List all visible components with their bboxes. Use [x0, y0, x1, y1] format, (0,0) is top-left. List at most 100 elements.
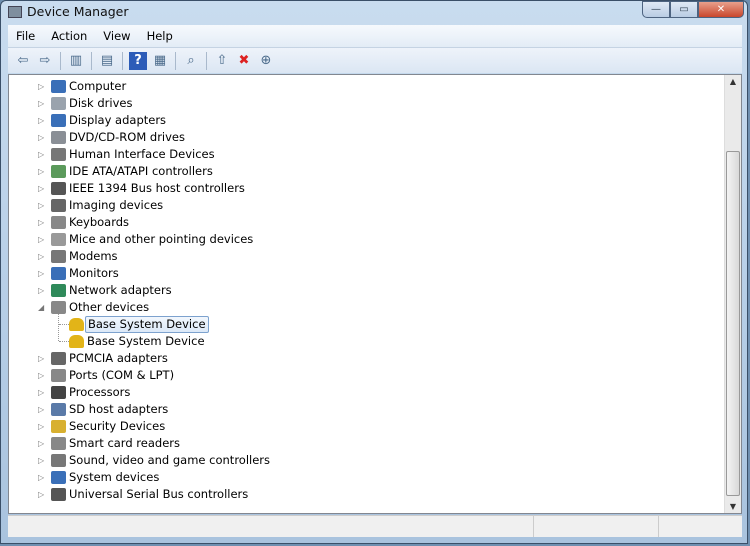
menu-view[interactable]: View — [103, 25, 130, 47]
tree-child-node[interactable]: Base System Device — [9, 316, 709, 333]
device-manager-window: Device Manager — ▭ ✕ File Action View He… — [0, 0, 748, 544]
tree-node-label: IEEE 1394 Bus host controllers — [69, 181, 245, 195]
tree-node[interactable]: ▷ Sound, video and game controllers — [9, 452, 709, 469]
tree-node[interactable]: ▷ Universal Serial Bus controllers — [9, 486, 709, 503]
expand-arrow-icon[interactable]: ▷ — [38, 473, 46, 482]
expand-arrow-icon[interactable]: ▷ — [38, 99, 46, 108]
update-driver-icon[interactable]: ⇧ — [213, 52, 231, 70]
expand-arrow-icon[interactable]: ▷ — [38, 116, 46, 125]
tree-node-label: Smart card readers — [69, 436, 180, 450]
tree-node[interactable]: ▷ Mice and other pointing devices — [9, 231, 709, 248]
tree-node[interactable]: ▷ Processors — [9, 384, 709, 401]
device-category-icon — [51, 420, 66, 433]
scroll-down-arrow-icon[interactable]: ▼ — [725, 502, 741, 511]
device-category-icon — [51, 165, 66, 178]
help-icon[interactable]: ? — [129, 51, 147, 70]
tree-node[interactable]: ▷ Ports (COM & LPT) — [9, 367, 709, 384]
menu-action[interactable]: Action — [51, 25, 87, 47]
expand-arrow-icon[interactable]: ▷ — [38, 286, 46, 295]
tree-node[interactable]: ▷ Monitors — [9, 265, 709, 282]
tree-node[interactable]: ▷ PCMCIA adapters — [9, 350, 709, 367]
tree-node[interactable]: ▷ Display adapters — [9, 112, 709, 129]
device-category-icon — [51, 454, 66, 467]
tree-connector — [59, 324, 69, 325]
tree-node-label: Universal Serial Bus controllers — [69, 487, 249, 501]
expand-arrow-icon[interactable]: ▷ — [38, 388, 46, 397]
scroll-up-arrow-icon[interactable]: ▲ — [725, 77, 741, 86]
forward-icon[interactable]: ⇨ — [36, 52, 54, 70]
tree-node[interactable]: ▷ SD host adapters — [9, 401, 709, 418]
expand-arrow-icon[interactable]: ▷ — [38, 235, 46, 244]
expand-arrow-icon[interactable]: ▷ — [38, 184, 46, 193]
tree-node[interactable]: ▷ IDE ATA/ATAPI controllers — [9, 163, 709, 180]
expand-arrow-icon[interactable]: ▷ — [38, 269, 46, 278]
status-cell — [8, 516, 534, 537]
expand-arrow-icon[interactable]: ▷ — [38, 439, 46, 448]
menu-file[interactable]: File — [16, 25, 35, 47]
status-bar — [8, 515, 742, 537]
tree-node[interactable]: ▷ Human Interface Devices — [9, 146, 709, 163]
tree-node[interactable]: ▷ Modems — [9, 248, 709, 265]
minimize-button[interactable]: — — [642, 1, 670, 18]
tree-node-label: PCMCIA adapters — [69, 351, 168, 365]
tree-node-label: Network adapters — [69, 283, 172, 297]
tree-connector — [59, 341, 69, 342]
tree-node[interactable]: ▷ Smart card readers — [9, 435, 709, 452]
back-icon[interactable]: ⇦ — [14, 52, 32, 70]
tree-node[interactable]: ▷ Keyboards — [9, 214, 709, 231]
tree-node[interactable]: ▷ Disk drives — [9, 95, 709, 112]
device-manager-app-icon — [8, 6, 22, 18]
expand-arrow-icon[interactable]: ▷ — [38, 218, 46, 227]
expand-arrow-icon[interactable]: ▷ — [38, 456, 46, 465]
expand-arrow-icon[interactable]: ▷ — [38, 82, 46, 91]
device-category-icon — [51, 97, 66, 110]
device-tree: ▲ ▼ ▷ Computer ▷ Disk drives ▷ Display adapte… — [8, 74, 742, 514]
expand-arrow-icon[interactable]: ▷ — [38, 252, 46, 261]
tree-node[interactable]: ▷ Network adapters — [9, 282, 709, 299]
vertical-scrollbar[interactable]: ▲ ▼ — [724, 75, 741, 513]
expand-arrow-icon[interactable]: ▷ — [38, 490, 46, 499]
tree-node[interactable]: ▷ DVD/CD-ROM drives — [9, 129, 709, 146]
show-hide-console-tree-icon[interactable]: ▥ — [67, 52, 85, 70]
action-pane-icon[interactable]: ▦ — [151, 52, 169, 70]
tree-node[interactable]: ◢ Other devices — [9, 299, 709, 316]
maximize-button[interactable]: ▭ — [670, 1, 698, 18]
tree-node-label: DVD/CD-ROM drives — [69, 130, 185, 144]
toolbar-separator — [60, 51, 61, 70]
uninstall-icon[interactable]: ✖ — [235, 52, 253, 70]
device-category-icon — [51, 216, 66, 229]
tree-node[interactable]: ▷ Imaging devices — [9, 197, 709, 214]
menu-help[interactable]: Help — [147, 25, 173, 47]
scan-hardware-icon[interactable]: ⌕ — [182, 52, 200, 70]
expand-arrow-icon[interactable]: ▷ — [38, 422, 46, 431]
expand-arrow-icon[interactable]: ▷ — [38, 405, 46, 414]
device-category-icon — [51, 131, 66, 144]
scrollbar-thumb[interactable] — [726, 151, 740, 496]
device-category-icon — [51, 301, 66, 314]
device-category-icon — [51, 114, 66, 127]
tree-node-label: Ports (COM & LPT) — [69, 368, 175, 382]
tree-node-label: Disk drives — [69, 96, 133, 110]
tree-node[interactable]: ▷ System devices — [9, 469, 709, 486]
tree-node[interactable]: ▷ Computer — [9, 78, 709, 95]
status-cell — [659, 516, 739, 537]
collapse-arrow-icon[interactable]: ◢ — [38, 303, 46, 312]
tree-child-node[interactable]: Base System Device — [9, 333, 709, 350]
expand-arrow-icon[interactable]: ▷ — [38, 150, 46, 159]
close-button[interactable]: ✕ — [698, 1, 744, 18]
device-category-icon — [51, 369, 66, 382]
tree-node[interactable]: ▷ IEEE 1394 Bus host controllers — [9, 180, 709, 197]
enable-device-icon[interactable]: ⊕ — [257, 52, 275, 70]
tree-node[interactable]: ▷ Security Devices — [9, 418, 709, 435]
tree-node-label: Mice and other pointing devices — [69, 232, 254, 246]
expand-arrow-icon[interactable]: ▷ — [38, 371, 46, 380]
device-category-icon — [51, 267, 66, 280]
tree-node-label: Display adapters — [69, 113, 167, 127]
expand-arrow-icon[interactable]: ▷ — [38, 167, 46, 176]
device-category-icon — [51, 403, 66, 416]
expand-arrow-icon[interactable]: ▷ — [38, 133, 46, 142]
tree-node-label: Imaging devices — [69, 198, 164, 212]
properties-icon[interactable]: ▤ — [98, 52, 116, 70]
expand-arrow-icon[interactable]: ▷ — [38, 201, 46, 210]
expand-arrow-icon[interactable]: ▷ — [38, 354, 46, 363]
